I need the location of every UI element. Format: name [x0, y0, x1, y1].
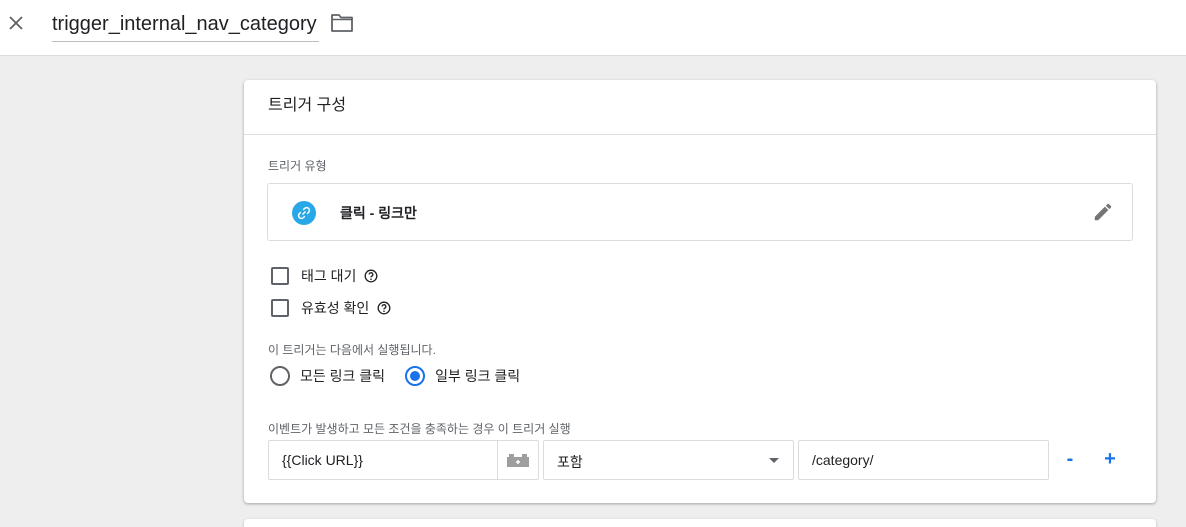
some-link-clicks-label: 일부 링크 클릭: [435, 368, 521, 384]
trigger-type-selector[interactable]: 클릭 - 링크만: [267, 183, 1133, 241]
folder-icon: [331, 14, 353, 32]
condition-variable-field[interactable]: {{Click URL}}: [268, 440, 539, 480]
trigger-type-label: 트리거 유형: [268, 159, 327, 173]
all-link-clicks-label: 모든 링크 클릭: [300, 368, 386, 384]
condition-label: 이벤트가 발생하고 모든 조건을 충족하는 경우 이 트리거 실행: [268, 422, 571, 436]
all-link-clicks-option[interactable]: 모든 링크 클릭: [270, 366, 385, 386]
close-button[interactable]: [4, 11, 28, 35]
help-icon[interactable]: [377, 301, 391, 315]
wait-for-tags-checkbox[interactable]: [271, 267, 289, 285]
condition-operator-select[interactable]: 포함: [543, 440, 794, 480]
all-link-clicks-radio[interactable]: [270, 366, 290, 386]
edit-icon[interactable]: [1092, 201, 1114, 223]
trigger-type-name: 클릭 - 링크만: [340, 205, 417, 221]
help-icon[interactable]: [364, 269, 378, 283]
fires-on-label: 이 트리거는 다음에서 실행됩니다.: [268, 343, 436, 357]
card-title: 트리거 구성: [244, 80, 1156, 135]
link-icon: [292, 201, 316, 225]
chevron-down-icon: [769, 458, 779, 463]
variable-picker-button[interactable]: [497, 441, 538, 479]
top-bar: trigger_internal_nav_category: [0, 0, 1186, 56]
check-validation-checkbox[interactable]: [271, 299, 289, 317]
condition-operator-value: 포함: [557, 454, 583, 470]
condition-value-input[interactable]: /category/: [798, 440, 1049, 480]
fires-on-radio-group: 모든 링크 클릭 일부 링크 클릭: [270, 366, 540, 386]
check-validation-option[interactable]: 유효성 확인: [271, 297, 391, 319]
wait-for-tags-option[interactable]: 태그 대기: [271, 265, 378, 287]
some-link-clicks-option[interactable]: 일부 링크 클릭: [405, 366, 520, 386]
add-condition-button[interactable]: +: [1096, 446, 1124, 474]
condition-value-text: /category/: [812, 452, 874, 468]
check-validation-label: 유효성 확인: [301, 300, 370, 316]
variable-brick-icon: [507, 454, 529, 467]
wait-for-tags-label: 태그 대기: [301, 268, 357, 284]
trigger-name-input[interactable]: trigger_internal_nav_category: [52, 9, 319, 42]
folder-button[interactable]: [330, 12, 356, 36]
close-icon: [9, 16, 23, 30]
trigger-config-card: 트리거 구성 트리거 유형 클릭 - 링크만 태그 대기 유효성 확인 이 트리…: [244, 80, 1156, 503]
condition-variable-value: {{Click URL}}: [282, 452, 363, 468]
some-link-clicks-radio[interactable]: [405, 366, 426, 386]
next-card: [244, 519, 1156, 527]
remove-condition-button[interactable]: -: [1056, 446, 1084, 474]
